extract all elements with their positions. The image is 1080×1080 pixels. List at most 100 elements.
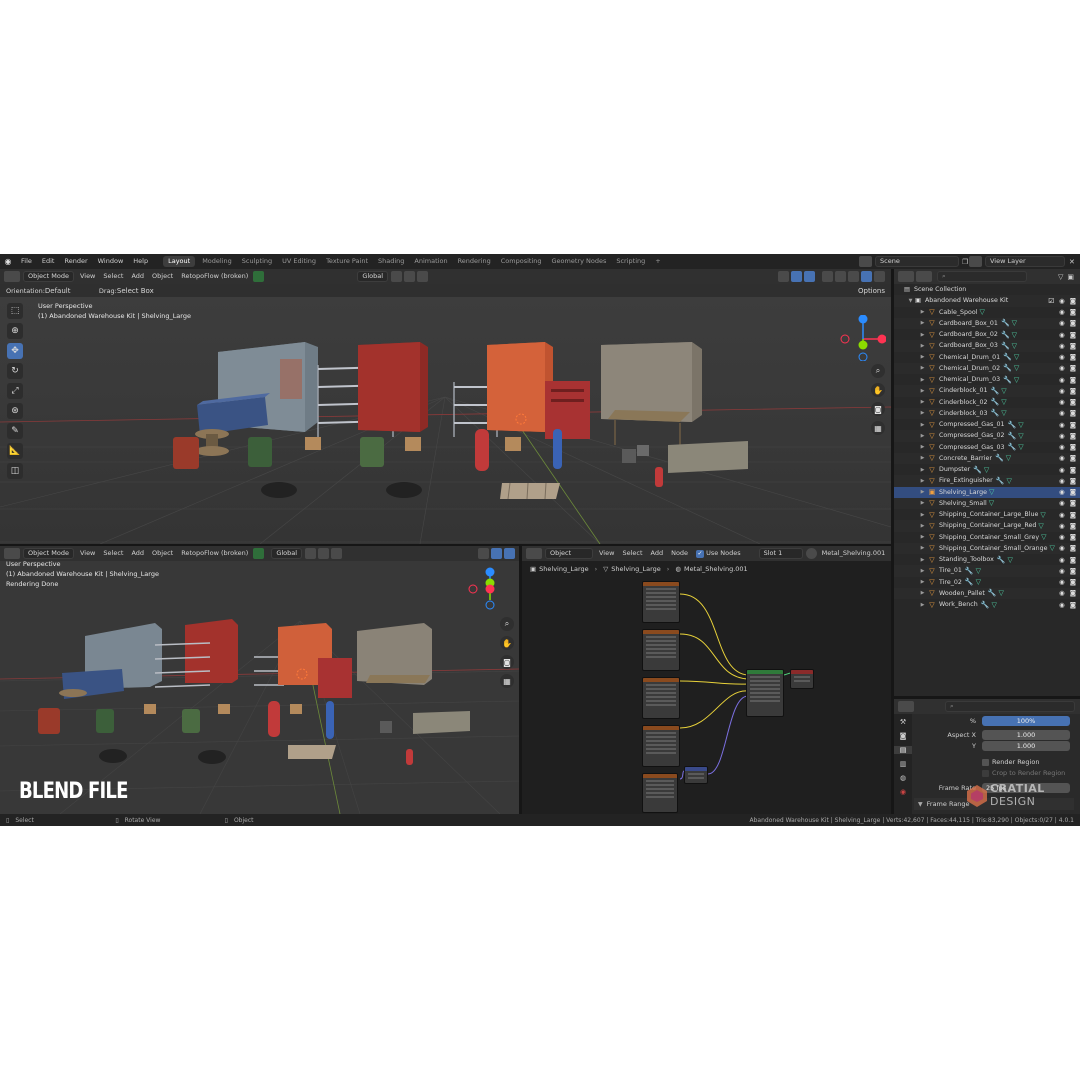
mesh-data-icon[interactable]: ▽ xyxy=(1014,353,1019,361)
crop-region-checkbox[interactable] xyxy=(982,769,989,777)
eye-icon[interactable]: ◉ xyxy=(1059,511,1065,519)
expand-arrow-icon[interactable]: ▶ xyxy=(918,365,927,371)
eye-icon[interactable]: ◉ xyxy=(1059,601,1065,609)
render-tab-icon[interactable]: ◙ xyxy=(894,732,912,740)
use-nodes-checkbox[interactable]: ✓ xyxy=(696,549,705,558)
render-camera-icon[interactable]: ◙ xyxy=(1070,409,1076,417)
snap-icon[interactable] xyxy=(318,548,330,559)
scale-tool-icon[interactable]: ⤢ xyxy=(7,383,23,399)
render-camera-icon[interactable]: ◙ xyxy=(1070,589,1076,597)
pivot-icon[interactable] xyxy=(305,548,317,559)
render-camera-icon[interactable]: ◙ xyxy=(1070,342,1076,350)
modifier-wrench-icon[interactable]: 🔧 xyxy=(1003,364,1012,372)
mesh-data-icon[interactable]: ▽ xyxy=(1001,398,1006,406)
outliner-item[interactable]: ▶ ▽ Shipping_Container_Large_Red ▽ ◉ ◙ xyxy=(894,520,1080,532)
mesh-data-icon[interactable]: ▽ xyxy=(1014,364,1019,372)
mesh-data-icon[interactable]: ▽ xyxy=(1038,522,1043,530)
outliner-item[interactable]: ▶ ▽ Dumpster 🔧 ▽ ◉ ◙ xyxy=(894,464,1080,475)
modifier-wrench-icon[interactable]: 🔧 xyxy=(1003,353,1012,361)
image-texture-node[interactable] xyxy=(642,581,680,623)
object-menu[interactable]: Object xyxy=(148,269,177,284)
material-shading-icon[interactable] xyxy=(861,271,872,282)
pan-hand-icon[interactable]: ✋ xyxy=(500,636,514,650)
properties-search-input[interactable]: ⌕ xyxy=(945,701,1075,712)
options-dropdown[interactable]: Options xyxy=(858,287,885,295)
editor-type-icon[interactable] xyxy=(4,271,20,282)
rotate-tool-icon[interactable]: ↻ xyxy=(7,363,23,379)
material-name-field[interactable]: Metal_Shelving.001 xyxy=(818,546,890,561)
view-layer-tab-icon[interactable]: ▥ xyxy=(894,760,912,768)
tab-texture-paint[interactable]: Texture Paint xyxy=(321,254,373,269)
render-camera-icon[interactable]: ◙ xyxy=(1070,308,1076,316)
select-tool-icon[interactable]: ⬚ xyxy=(7,303,23,319)
axis-gizmo-icon[interactable] xyxy=(466,567,510,611)
mesh-data-icon[interactable]: ▽ xyxy=(1008,556,1013,564)
gizmo-toggle-icon[interactable] xyxy=(491,548,502,559)
expand-arrow-icon[interactable]: ▶ xyxy=(918,500,927,506)
outliner-item[interactable]: ▶ ▽ Work_Bench 🔧 ▽ ◉ ◙ xyxy=(894,599,1080,610)
mesh-data-icon[interactable]: ▽ xyxy=(989,488,994,496)
outliner-item[interactable]: ▶ ▽ Shipping_Container_Small_Grey ▽ ◉ ◙ xyxy=(894,532,1080,543)
expand-arrow-icon[interactable]: ▶ xyxy=(918,377,927,383)
zoom-icon[interactable]: ⌕ xyxy=(500,617,514,631)
outliner-item[interactable]: ▶ ▽ Cardboard_Box_02 🔧 ▽ ◉ ◙ xyxy=(894,329,1080,340)
expand-arrow-icon[interactable]: ▶ xyxy=(918,523,927,529)
filter-icon[interactable]: ▽ xyxy=(1058,273,1063,281)
render-camera-icon[interactable]: ◙ xyxy=(1070,432,1076,440)
modifier-wrench-icon[interactable]: 🔧 xyxy=(1001,331,1010,339)
collapse-arrow-icon[interactable]: ▼ xyxy=(918,801,923,808)
outliner-item[interactable]: ▶ ▽ Compressed_Gas_03 🔧 ▽ ◉ ◙ xyxy=(894,442,1080,453)
measure-tool-icon[interactable]: 📐 xyxy=(7,443,23,459)
eye-icon[interactable]: ◉ xyxy=(1059,353,1065,361)
eye-icon[interactable]: ◉ xyxy=(1059,308,1065,316)
pivot-icon[interactable] xyxy=(391,271,403,282)
eye-icon[interactable]: ◉ xyxy=(1059,421,1065,429)
modifier-wrench-icon[interactable]: 🔧 xyxy=(1007,421,1016,429)
node-editor-canvas[interactable]: ▣ Shelving_Large › ▽ Shelving_Large › ◍ … xyxy=(522,561,891,814)
expand-arrow-icon[interactable]: ▶ xyxy=(918,320,927,326)
outliner-item[interactable]: ▶ ▽ Shipping_Container_Large_Blue ▽ ◉ ◙ xyxy=(894,509,1080,520)
expand-arrow-icon[interactable]: ▶ xyxy=(918,568,927,574)
outliner-item[interactable]: ▶ ▽ Chemical_Drum_02 🔧 ▽ ◉ ◙ xyxy=(894,362,1080,374)
drag-dropdown[interactable]: Select Box xyxy=(117,287,154,295)
axis-gizmo-icon[interactable] xyxy=(840,314,887,362)
expand-arrow-icon[interactable]: ▶ xyxy=(918,343,927,349)
render-camera-icon[interactable]: ◙ xyxy=(1070,567,1076,575)
retopoflow-menu[interactable]: RetopoFlow (broken) xyxy=(177,546,252,561)
outliner-item[interactable]: ▶ ▽ Cinderblock_03 🔧 ▽ ◉ ◙ xyxy=(894,407,1080,419)
snap-icon[interactable] xyxy=(404,271,416,282)
eye-icon[interactable]: ◉ xyxy=(1059,567,1065,575)
slot-dropdown[interactable]: Slot 1 xyxy=(758,548,803,559)
outliner-search-input[interactable]: ⌕ xyxy=(937,271,1027,282)
view-layer-field[interactable]: View Layer xyxy=(985,256,1065,267)
outliner-item[interactable]: ▶ ▣ Shelving_Large ▽ ◉ ◙ xyxy=(894,486,1080,498)
rendered-shading-icon[interactable] xyxy=(874,271,885,282)
modifier-wrench-icon[interactable]: 🔧 xyxy=(1003,376,1012,384)
render-camera-icon[interactable]: ◙ xyxy=(1070,376,1076,384)
mesh-data-icon[interactable]: ▽ xyxy=(976,578,981,586)
render-camera-icon[interactable]: ◙ xyxy=(1070,499,1076,507)
render-camera-icon[interactable]: ◙ xyxy=(1070,364,1076,372)
mesh-data-icon[interactable]: ▽ xyxy=(984,466,989,474)
new-collection-icon[interactable]: ▣ xyxy=(1067,273,1074,281)
eye-icon[interactable]: ◉ xyxy=(1059,387,1065,395)
pan-hand-icon[interactable]: ✋ xyxy=(871,383,885,397)
select-menu[interactable]: Select xyxy=(618,546,646,561)
mode-dropdown[interactable]: Object Mode xyxy=(23,271,74,282)
camera-icon[interactable]: ◙ xyxy=(500,655,514,669)
mesh-data-icon[interactable]: ▽ xyxy=(1018,421,1023,429)
expand-arrow-icon[interactable]: ▶ xyxy=(918,309,927,315)
outliner-item[interactable]: ▶ ▽ Concrete_Barrier 🔧 ▽ ◉ ◙ xyxy=(894,452,1080,464)
eye-icon[interactable]: ◉ xyxy=(1059,376,1065,384)
modifier-wrench-icon[interactable]: 🔧 xyxy=(996,477,1005,485)
render-camera-icon[interactable]: ◙ xyxy=(1070,454,1076,462)
modifier-wrench-icon[interactable]: 🔧 xyxy=(1007,432,1016,440)
tab-compositing[interactable]: Compositing xyxy=(496,254,547,269)
modifier-wrench-icon[interactable]: 🔧 xyxy=(1001,319,1010,327)
mesh-data-icon[interactable]: ▽ xyxy=(1001,409,1006,417)
display-mode-icon[interactable] xyxy=(916,271,932,282)
render-camera-icon[interactable]: ◙ xyxy=(1070,421,1076,429)
view-menu[interactable]: View xyxy=(76,269,99,284)
expand-arrow-icon[interactable]: ▶ xyxy=(918,557,927,563)
mesh-data-icon[interactable]: ▽ xyxy=(1040,511,1045,519)
